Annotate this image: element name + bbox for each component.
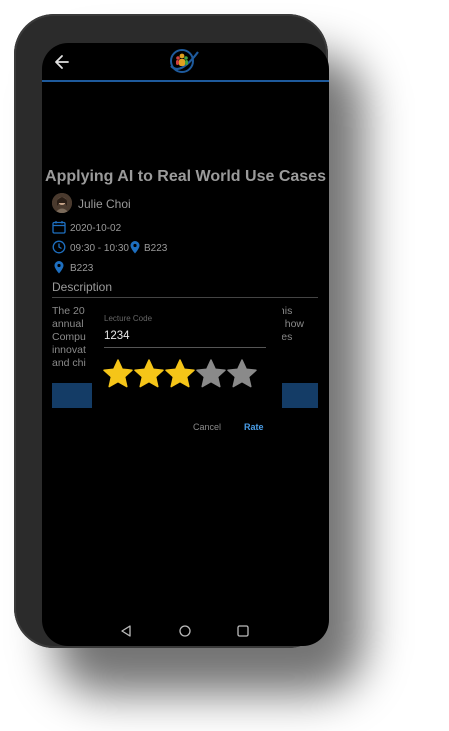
event-room-inline: B223 (144, 243, 168, 254)
location-pin-icon (52, 260, 66, 274)
description-line: and chi (52, 357, 86, 369)
system-nav-bar (42, 619, 329, 645)
event-time: 09:30 - 10:30 (70, 243, 129, 254)
description-heading: Description (52, 280, 113, 294)
speaker-name: Julie Choi (78, 197, 131, 211)
action-button-left[interactable] (52, 383, 92, 408)
calendar-icon (52, 220, 66, 234)
lecture-code-input[interactable] (104, 330, 264, 342)
nav-home-icon[interactable] (177, 623, 193, 639)
event-title: Applying AI to Real World Use Cases (45, 168, 326, 185)
lecture-code-underline (104, 347, 266, 348)
speaker-avatar (52, 193, 72, 213)
rating-dialog: Lecture Code Cancel Rate (92, 298, 282, 443)
star-filled-icon[interactable] (102, 358, 134, 390)
star-empty-icon[interactable] (195, 358, 227, 390)
description-line: Compu (52, 331, 86, 343)
cancel-button[interactable]: Cancel (193, 422, 221, 432)
nav-recents-icon[interactable] (235, 623, 251, 639)
lecture-code-label: Lecture Code (104, 314, 153, 323)
description-line: The 20 (52, 305, 85, 317)
phone-frame: Applying AI to Real World Use Cases Juli… (14, 14, 329, 648)
star-filled-icon[interactable] (133, 358, 165, 390)
location-pin-icon (128, 240, 142, 254)
rate-button[interactable]: Rate (244, 422, 264, 432)
clock-icon (52, 240, 66, 254)
event-date: 2020-10-02 (70, 223, 122, 234)
action-button-right[interactable] (282, 383, 318, 408)
nav-back-icon[interactable] (118, 623, 134, 639)
star-filled-icon[interactable] (164, 358, 196, 390)
phone-screen: Applying AI to Real World Use Cases Juli… (42, 43, 329, 646)
description-line: innovat (52, 344, 86, 356)
event-room: B223 (70, 263, 94, 274)
star-empty-icon[interactable] (226, 358, 258, 390)
description-text-left: The 20 annual Compu innovat and chi (52, 305, 86, 370)
description-line: annual (52, 318, 84, 330)
